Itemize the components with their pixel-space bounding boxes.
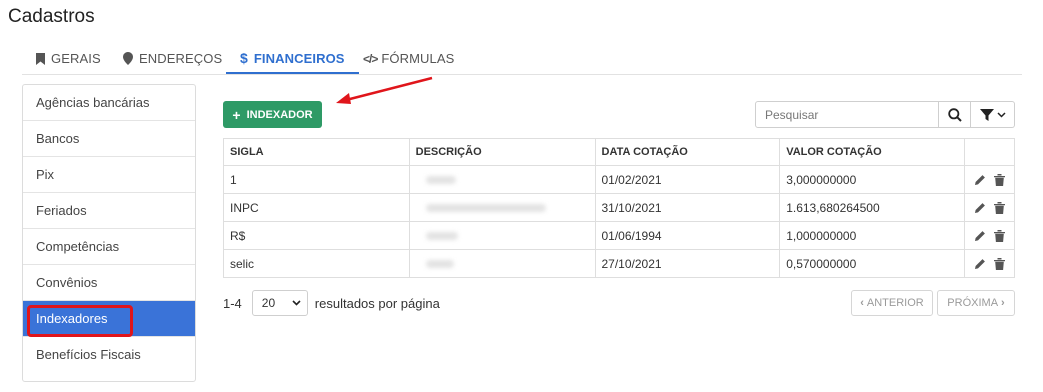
page-title: Cadastros (8, 6, 95, 27)
next-page-button[interactable]: PRÓXIMA › (937, 290, 1015, 316)
edit-icon[interactable] (974, 258, 986, 270)
cell-valor-cotacao: 0,570000000 (779, 249, 965, 278)
column-header-actions (963, 138, 1016, 166)
cell-data-cotacao: 27/10/2021 (594, 249, 781, 278)
column-header-descricao[interactable]: DESCRIÇÃO (408, 138, 596, 166)
cell-valor-cotacao: 3,000000000 (779, 165, 965, 194)
sidebar-item-indexadores[interactable]: Indexadores (23, 301, 195, 337)
tab-label: FÓRMULAS (381, 51, 455, 66)
table-header-row: SIGLA DESCRIÇÃO DATA COTAÇÃO VALOR COTAÇ… (223, 138, 1016, 166)
cell-descricao-redacted (408, 165, 596, 194)
dollar-icon: $ (240, 50, 248, 66)
previous-page-button[interactable]: ‹ ANTERIOR (851, 290, 933, 316)
trash-icon[interactable] (993, 230, 1005, 243)
cell-data-cotacao: 01/06/1994 (594, 221, 781, 250)
sidebar-menu: Agências bancárias Bancos Pix Feriados C… (22, 84, 196, 382)
code-icon: </> (363, 51, 378, 66)
trash-icon[interactable] (993, 174, 1005, 187)
search-input[interactable] (755, 101, 939, 128)
cell-sigla: INPC (223, 193, 410, 222)
edit-icon[interactable] (974, 230, 986, 242)
cell-descricao-redacted (408, 193, 596, 222)
cell-descricao-redacted (408, 221, 596, 250)
column-header-valor-cotacao[interactable]: VALOR COTAÇÃO (779, 138, 965, 166)
cell-sigla: 1 (223, 165, 410, 194)
sidebar-item-beneficios-fiscais[interactable]: Benefícios Fiscais (23, 337, 195, 373)
indexadores-table: SIGLA DESCRIÇÃO DATA COTAÇÃO VALOR COTAÇ… (223, 138, 1016, 278)
cell-valor-cotacao: 1,000000000 (779, 221, 965, 250)
sidebar-item-agencias-bancarias[interactable]: Agências bancárias (23, 85, 195, 121)
results-range: 1-4 (223, 295, 242, 311)
per-page-value: 20 (261, 296, 276, 310)
chevron-left-icon: ‹ (860, 297, 864, 309)
tab-label: ENDEREÇOS (139, 51, 223, 66)
search-group (755, 101, 1015, 128)
add-indexador-button[interactable]: + INDEXADOR (223, 101, 322, 128)
bookmark-icon (36, 52, 45, 65)
per-page-select[interactable]: 20 (251, 290, 308, 316)
column-header-sigla[interactable]: SIGLA (223, 138, 410, 166)
trash-icon[interactable] (993, 202, 1005, 215)
chevron-down-icon (292, 300, 301, 306)
cell-actions (963, 249, 1016, 278)
sidebar-item-competencias[interactable]: Competências (23, 229, 195, 265)
column-header-data-cotacao[interactable]: DATA COTAÇÃO (594, 138, 781, 166)
cell-data-cotacao: 01/02/2021 (594, 165, 781, 194)
edit-icon[interactable] (974, 174, 986, 186)
sidebar-item-feriados[interactable]: Feriados (23, 193, 195, 229)
table-row: selic 27/10/2021 0,570000000 (223, 249, 1016, 278)
filter-button[interactable] (971, 101, 1015, 128)
chevron-down-icon (996, 111, 1006, 118)
cell-actions (963, 221, 1016, 250)
sidebar-item-pix[interactable]: Pix (23, 157, 195, 193)
tab-label: GERAIS (51, 51, 101, 66)
sidebar-item-convenios[interactable]: Convênios (23, 265, 195, 301)
chevron-right-icon: › (1001, 297, 1005, 309)
filter-icon (979, 108, 994, 121)
previous-label: ANTERIOR (866, 297, 924, 309)
tab-label: FINANCEIROS (253, 50, 345, 66)
add-button-label: INDEXADOR (246, 108, 313, 121)
tab-gerais[interactable]: GERAIS (36, 44, 101, 73)
map-pin-icon (123, 52, 133, 65)
tab-formulas[interactable]: </> FÓRMULAS (363, 44, 454, 73)
table-row: R$ 01/06/1994 1,000000000 (223, 221, 1016, 250)
cell-data-cotacao: 31/10/2021 (594, 193, 781, 222)
plus-icon: + (232, 106, 241, 123)
tab-bar: GERAIS ENDEREÇOS $ FINANCEIROS </> FÓRMU… (22, 44, 1022, 75)
edit-icon[interactable] (974, 202, 986, 214)
annotation-arrow-icon (336, 76, 433, 104)
tab-financeiros[interactable]: $ FINANCEIROS (226, 44, 359, 74)
cell-valor-cotacao: 1.613,680264500 (779, 193, 965, 222)
pagination-info: 1-4 20 resultados por página (223, 290, 440, 316)
cell-descricao-redacted (408, 249, 596, 278)
search-button[interactable] (939, 101, 971, 128)
table-row: INPC 31/10/2021 1.613,680264500 (223, 193, 1016, 222)
cell-sigla: R$ (223, 221, 410, 250)
trash-icon[interactable] (993, 258, 1005, 271)
cell-actions (963, 193, 1016, 222)
tab-enderecos[interactable]: ENDEREÇOS (123, 44, 222, 73)
sidebar-item-bancos[interactable]: Bancos (23, 121, 195, 157)
search-icon (947, 107, 962, 122)
next-label: PRÓXIMA (947, 297, 999, 309)
per-page-suffix: resultados por página (314, 295, 440, 311)
table-row: 1 01/02/2021 3,000000000 (223, 165, 1016, 194)
cell-sigla: selic (223, 249, 410, 278)
cell-actions (963, 165, 1016, 194)
